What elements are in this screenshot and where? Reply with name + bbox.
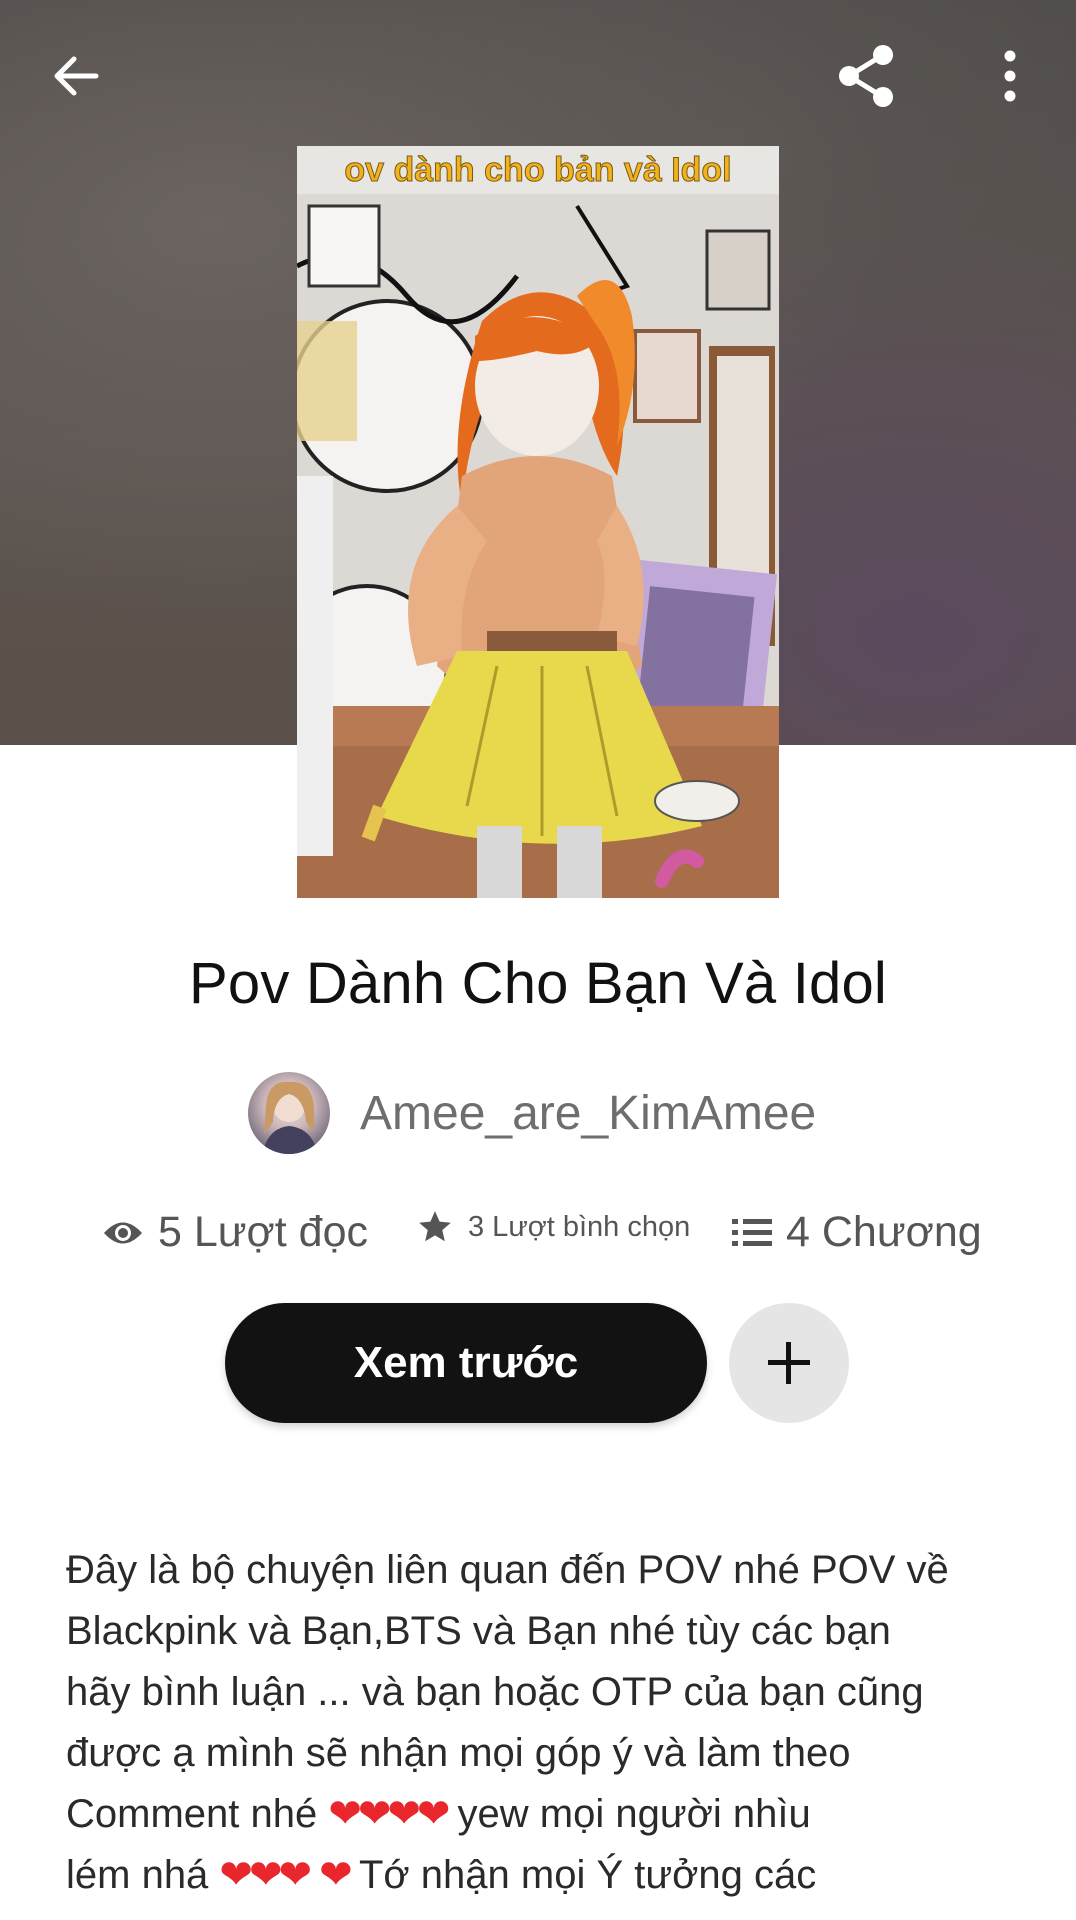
back-button[interactable] bbox=[40, 40, 112, 112]
story-title: Pov Dành Cho Bạn Và Idol bbox=[188, 951, 888, 1016]
more-options-button[interactable] bbox=[974, 40, 1046, 112]
description-line: lém nhá ❤❤❤ ❤ Tớ nhận mọi Ý tưởng các bbox=[66, 1853, 817, 1897]
heart-icon: ❤ bbox=[319, 1853, 352, 1897]
votes-count: 3 Lượt bình chọn bbox=[468, 1210, 691, 1243]
plus-icon bbox=[768, 1342, 810, 1384]
author-avatar[interactable] bbox=[248, 1072, 330, 1154]
votes-stat: 3 Lượt bình chọn bbox=[416, 1208, 690, 1246]
share-button[interactable] bbox=[830, 40, 902, 112]
description-line: Blackpink và Bạn,BTS và Bạn nhé tùy các … bbox=[66, 1609, 891, 1653]
story-cover-image[interactable]: ov dành cho bản và Idol bbox=[297, 146, 779, 898]
heart-icons: ❤❤❤❤ bbox=[328, 1792, 450, 1836]
description-line: hãy bình luận ... và bạn hoặc OTP của bạ… bbox=[66, 1670, 924, 1714]
reads-stat: 5 Lượt đọc bbox=[102, 1208, 368, 1257]
preview-button[interactable]: Xem trước bbox=[225, 1303, 707, 1423]
chapters-count: 4 Chương bbox=[786, 1208, 982, 1256]
arrow-left-icon bbox=[54, 56, 99, 96]
heart-icons: ❤❤❤ bbox=[219, 1853, 312, 1897]
author-row[interactable]: Amee_are_KimAmee bbox=[248, 1072, 816, 1154]
story-stats: 5 Lượt đọc 3 Lượt bình chọn 4 Chương bbox=[0, 1200, 1076, 1270]
list-icon bbox=[732, 1218, 772, 1246]
cover-banner-text: ov dành cho bản và Idol bbox=[344, 151, 731, 189]
share-icon bbox=[839, 45, 893, 107]
author-name-link[interactable]: Amee_are_KimAmee bbox=[360, 1086, 816, 1141]
more-vertical-icon bbox=[1004, 50, 1016, 102]
star-icon bbox=[419, 1211, 451, 1242]
add-to-library-button[interactable] bbox=[729, 1303, 849, 1423]
description-line: được ạ mình sẽ nhận mọi góp ý và làm the… bbox=[66, 1731, 851, 1775]
eye-icon bbox=[104, 1222, 142, 1243]
description-line: Comment nhé ❤❤❤❤ yew mọi người nhìu bbox=[66, 1792, 811, 1836]
description-line: Đây là bộ chuyện liên quan đến POV nhé P… bbox=[66, 1548, 949, 1592]
reads-count: 5 Lượt đọc bbox=[158, 1208, 368, 1256]
story-description: Đây là bộ chuyện liên quan đến POV nhé P… bbox=[66, 1540, 1026, 1906]
chapters-stat[interactable]: 4 Chương bbox=[732, 1208, 982, 1257]
